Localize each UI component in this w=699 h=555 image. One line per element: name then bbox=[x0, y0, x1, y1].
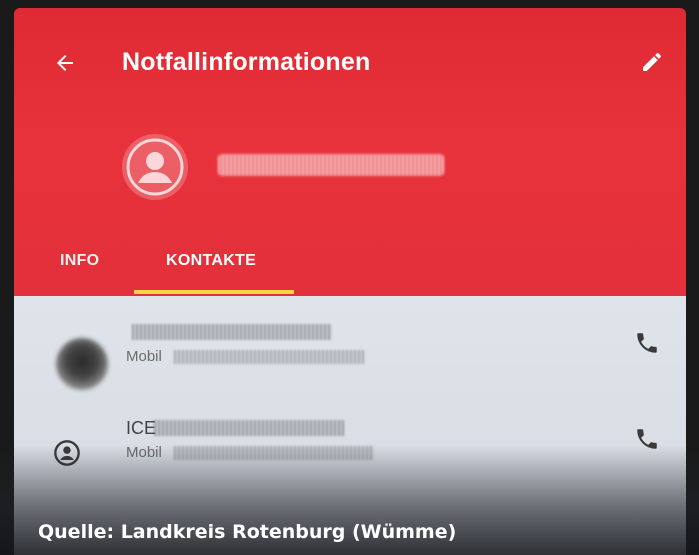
contact-number-redacted bbox=[174, 446, 374, 460]
contact-name-redacted bbox=[154, 420, 344, 436]
contact-name: ICE bbox=[126, 418, 157, 438]
phone-screen: Notfallinformationen INFO KONTAKTE Mobil bbox=[14, 8, 686, 555]
back-button[interactable] bbox=[48, 46, 82, 80]
tab-indicator bbox=[134, 290, 294, 294]
call-button[interactable] bbox=[630, 326, 664, 360]
person-circle-icon bbox=[54, 440, 80, 466]
list-item[interactable]: ICE Mobil bbox=[14, 414, 686, 506]
image-caption: Quelle: Landkreis Rotenburg (Wümme) bbox=[38, 521, 457, 543]
phone-icon bbox=[637, 429, 657, 449]
edit-button[interactable] bbox=[634, 44, 670, 80]
pencil-icon bbox=[643, 52, 661, 71]
profile-avatar bbox=[122, 134, 188, 200]
contacts-list: Mobil ICE Mobil bbox=[14, 296, 686, 555]
arrow-left-icon bbox=[57, 55, 73, 71]
page-title: Notfallinformationen bbox=[122, 48, 371, 76]
contact-avatar bbox=[50, 436, 84, 470]
contact-photo bbox=[56, 338, 108, 390]
list-item[interactable]: Mobil bbox=[14, 318, 686, 410]
call-button[interactable] bbox=[630, 422, 664, 456]
tab-bar: INFO KONTAKTE bbox=[14, 244, 686, 296]
contact-phone-type: Mobil bbox=[126, 444, 162, 461]
app-bar: Notfallinformationen INFO KONTAKTE bbox=[14, 8, 686, 296]
contact-number-redacted bbox=[174, 350, 364, 364]
contact-phone-type: Mobil bbox=[126, 348, 162, 365]
phone-icon bbox=[637, 333, 657, 353]
tab-info[interactable]: INFO bbox=[60, 252, 99, 270]
tab-kontakte[interactable]: KONTAKTE bbox=[166, 252, 256, 270]
contact-name-redacted bbox=[132, 324, 332, 340]
person-circle-icon bbox=[126, 138, 184, 196]
profile-name-redacted bbox=[218, 154, 444, 176]
